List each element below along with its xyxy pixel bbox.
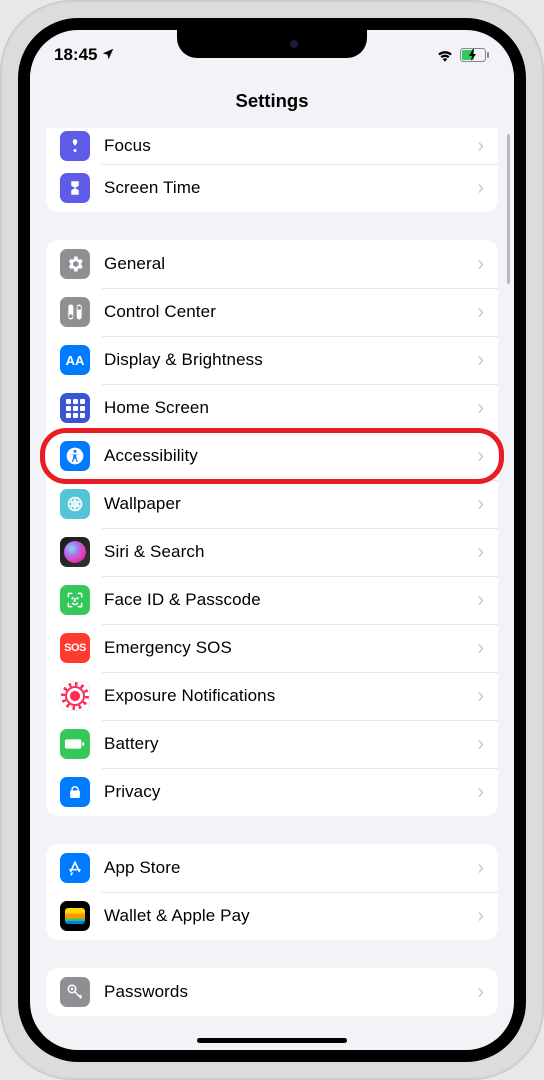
row-label: Emergency SOS — [104, 638, 477, 658]
wallpaper-icon — [60, 489, 90, 519]
home-indicator[interactable] — [197, 1038, 347, 1043]
status-time: 18:45 — [54, 45, 97, 65]
general-icon — [60, 249, 90, 279]
chevron-right-icon: › — [477, 541, 484, 564]
chevron-right-icon: › — [477, 301, 484, 324]
settings-row-passwords[interactable]: Passwords › — [46, 968, 498, 1016]
settings-row-emergency-sos[interactable]: SOS Emergency SOS › — [46, 624, 498, 672]
settings-row-wallet-apple-pay[interactable]: Wallet & Apple Pay › — [46, 892, 498, 940]
chevron-right-icon: › — [477, 857, 484, 880]
exposure-notifications-icon — [60, 681, 90, 711]
row-label: Face ID & Passcode — [104, 590, 477, 610]
row-label: Wallpaper — [104, 494, 477, 514]
settings-row-screen-time[interactable]: Screen Time › — [46, 164, 498, 212]
chevron-right-icon: › — [477, 637, 484, 660]
row-label: Screen Time — [104, 178, 477, 198]
row-label: Privacy — [104, 782, 477, 802]
sos-icon: SOS — [60, 633, 90, 663]
row-label: Wallet & Apple Pay — [104, 906, 477, 926]
chevron-right-icon: › — [477, 493, 484, 516]
settings-list[interactable]: Focus › Screen Time › General — [30, 128, 514, 1050]
chevron-right-icon: › — [477, 177, 484, 200]
settings-row-exposure-notifications[interactable]: Exposure Notifications › — [46, 672, 498, 720]
settings-group: Focus › Screen Time › — [46, 128, 498, 212]
chevron-right-icon: › — [477, 685, 484, 708]
row-label: Siri & Search — [104, 542, 477, 562]
row-label: Control Center — [104, 302, 477, 322]
passwords-icon — [60, 977, 90, 1007]
chevron-right-icon: › — [477, 135, 484, 158]
screen-time-icon — [60, 173, 90, 203]
privacy-icon — [60, 777, 90, 807]
face-id-icon — [60, 585, 90, 615]
battery-charging-icon — [460, 48, 490, 62]
chevron-right-icon: › — [477, 253, 484, 276]
location-icon — [101, 47, 115, 64]
chevron-right-icon: › — [477, 981, 484, 1004]
row-label: App Store — [104, 858, 477, 878]
chevron-right-icon: › — [477, 733, 484, 756]
nav-header: Settings — [30, 74, 514, 128]
settings-row-display-brightness[interactable]: AA Display & Brightness › — [46, 336, 498, 384]
row-label: Exposure Notifications — [104, 686, 477, 706]
settings-row-siri-search[interactable]: Siri & Search › — [46, 528, 498, 576]
phone-bezel: 18:45 Settin — [18, 18, 526, 1062]
settings-row-face-id-passcode[interactable]: Face ID & Passcode › — [46, 576, 498, 624]
app-store-icon — [60, 853, 90, 883]
row-label: Display & Brightness — [104, 350, 477, 370]
row-label: Accessibility — [104, 446, 477, 466]
chevron-right-icon: › — [477, 905, 484, 928]
wallet-icon — [60, 901, 90, 931]
settings-group: Passwords › — [46, 968, 498, 1016]
screen: 18:45 Settin — [30, 30, 514, 1050]
page-title: Settings — [236, 90, 309, 112]
settings-row-control-center[interactable]: Control Center › — [46, 288, 498, 336]
settings-row-privacy[interactable]: Privacy › — [46, 768, 498, 816]
scroll-indicator[interactable] — [507, 134, 510, 284]
control-center-icon — [60, 297, 90, 327]
settings-row-battery[interactable]: Battery › — [46, 720, 498, 768]
settings-group: General › Control Center › AA Display & … — [46, 240, 498, 816]
settings-row-wallpaper[interactable]: Wallpaper › — [46, 480, 498, 528]
accessibility-icon — [60, 441, 90, 471]
row-label: Passwords — [104, 982, 477, 1002]
wifi-icon — [436, 48, 454, 62]
home-screen-icon — [60, 393, 90, 423]
settings-row-home-screen[interactable]: Home Screen › — [46, 384, 498, 432]
phone-frame: 18:45 Settin — [0, 0, 544, 1080]
chevron-right-icon: › — [477, 397, 484, 420]
notch — [177, 30, 367, 58]
chevron-right-icon: › — [477, 781, 484, 804]
row-label: Battery — [104, 734, 477, 754]
chevron-right-icon: › — [477, 589, 484, 612]
display-brightness-icon: AA — [60, 345, 90, 375]
settings-row-focus[interactable]: Focus › — [46, 128, 498, 164]
settings-row-accessibility[interactable]: Accessibility › — [46, 432, 498, 480]
row-label: General — [104, 254, 477, 274]
siri-icon — [60, 537, 90, 567]
chevron-right-icon: › — [477, 349, 484, 372]
settings-row-app-store[interactable]: App Store › — [46, 844, 498, 892]
row-label: Focus — [104, 136, 477, 156]
row-label: Home Screen — [104, 398, 477, 418]
battery-icon — [60, 729, 90, 759]
settings-row-general[interactable]: General › — [46, 240, 498, 288]
chevron-right-icon: › — [477, 445, 484, 468]
focus-icon — [60, 131, 90, 161]
settings-group: App Store › Wallet & Apple Pay › — [46, 844, 498, 940]
